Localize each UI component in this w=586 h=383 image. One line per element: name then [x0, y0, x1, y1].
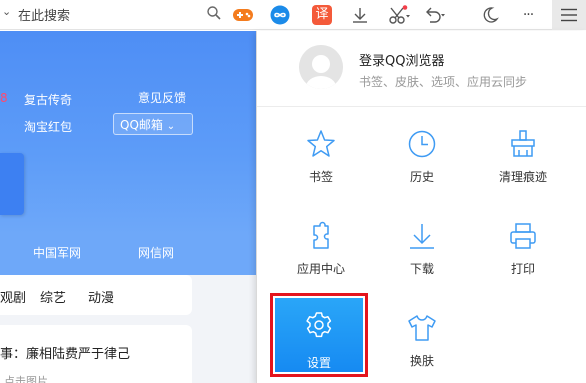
- menu-item-print[interactable]: 打印: [483, 219, 563, 289]
- menu-item-label: 设置: [306, 356, 331, 370]
- download-icon: [405, 219, 439, 253]
- category-drama[interactable]: 观剧: [0, 287, 26, 306]
- menu-icon[interactable]: [552, 0, 586, 30]
- star-icon: [304, 127, 338, 161]
- menu-item-label: 清理痕迹: [498, 170, 547, 184]
- menu-item-history[interactable]: 历史: [382, 127, 462, 197]
- puzzle-icon: [304, 219, 338, 253]
- undo-icon[interactable]: [424, 4, 446, 26]
- link-fugu[interactable]: 复古传奇: [24, 91, 72, 108]
- avatar[interactable]: [299, 45, 343, 89]
- qq-mail-button[interactable]: QQ邮箱 ⌄: [113, 113, 193, 135]
- login-subtitle: 书签、皮肤、选项、应用云同步: [359, 75, 528, 89]
- news-partial: 点击图片: [4, 375, 48, 383]
- nav-link-chinamil[interactable]: 中国军网: [33, 244, 81, 261]
- menu-item-download[interactable]: 下载: [382, 219, 462, 289]
- download-icon[interactable]: [349, 4, 371, 26]
- login-section[interactable]: 登录QQ浏览器 书签、皮肤、选项、应用云同步: [257, 31, 586, 107]
- nav-link-cac[interactable]: 网信网: [138, 244, 174, 261]
- clock-icon: [405, 127, 439, 161]
- more-icon[interactable]: ···: [517, 4, 539, 26]
- gamepad-icon[interactable]: [232, 4, 254, 26]
- tshirt-icon: [405, 311, 439, 345]
- menu-item-settings[interactable]: 设置: [270, 293, 368, 377]
- menu-item-label: 换肤: [409, 354, 434, 368]
- menu-item-label: 书签: [308, 170, 333, 184]
- search-icon[interactable]: [206, 5, 222, 21]
- category-card: 观剧 综艺 动漫: [0, 275, 192, 315]
- news-card: 事：廉相陆费严于律己 点击图片: [0, 325, 192, 383]
- qq-mail-label: QQ邮箱: [120, 118, 163, 132]
- menu-item-skin[interactable]: 换肤: [382, 311, 462, 381]
- category-anime[interactable]: 动漫: [88, 287, 114, 306]
- gear-icon: [303, 310, 335, 346]
- news-headline[interactable]: 事：廉相陆费严于律己: [0, 343, 130, 362]
- browser-toolbar: ⌄ 在此搜索 译 ···: [0, 0, 586, 30]
- login-title[interactable]: 登录QQ浏览器: [359, 50, 444, 69]
- broom-icon: [506, 127, 540, 161]
- webpage-content: 8 复古传奇 意见反馈 淘宝红包 QQ邮箱 ⌄ 中国军网 网信网 中国军网 网信…: [0, 31, 256, 383]
- menu-item-bookmarks[interactable]: 书签: [281, 127, 361, 197]
- night-mode-icon[interactable]: [479, 4, 501, 26]
- translate-icon[interactable]: 译: [311, 4, 333, 26]
- banner: 8 复古传奇 意见反馈 淘宝红包 QQ邮箱 ⌄ 中国军网 网信网: [0, 31, 256, 260]
- menu-item-label: 应用中心: [296, 262, 345, 276]
- banner-card[interactable]: [0, 153, 24, 215]
- chevron-down-icon[interactable]: ⌄: [2, 5, 11, 18]
- link-feedback[interactable]: 意见反馈: [138, 89, 186, 106]
- menu-item-label: 打印: [510, 262, 535, 276]
- nav-strip: 中国军网 网信网: [0, 235, 256, 275]
- link-taobao[interactable]: 淘宝红包: [24, 118, 72, 135]
- menu-item-app-center[interactable]: 应用中心: [281, 219, 361, 289]
- category-variety[interactable]: 综艺: [40, 287, 66, 306]
- scissors-icon[interactable]: [388, 4, 410, 26]
- infinity-icon[interactable]: [269, 4, 291, 26]
- search-input[interactable]: 在此搜索: [18, 5, 70, 24]
- search-box[interactable]: ⌄ 在此搜索: [0, 3, 222, 25]
- settings-tile[interactable]: 设置: [275, 298, 363, 372]
- printer-icon: [506, 219, 540, 253]
- menu-item-label: 下载: [409, 262, 434, 276]
- chevron-down-icon: ⌄: [166, 121, 176, 132]
- menu-item-label: 历史: [409, 170, 434, 184]
- menu-item-clear-traces[interactable]: 清理痕迹: [483, 127, 563, 197]
- badge-text: 8: [0, 91, 8, 105]
